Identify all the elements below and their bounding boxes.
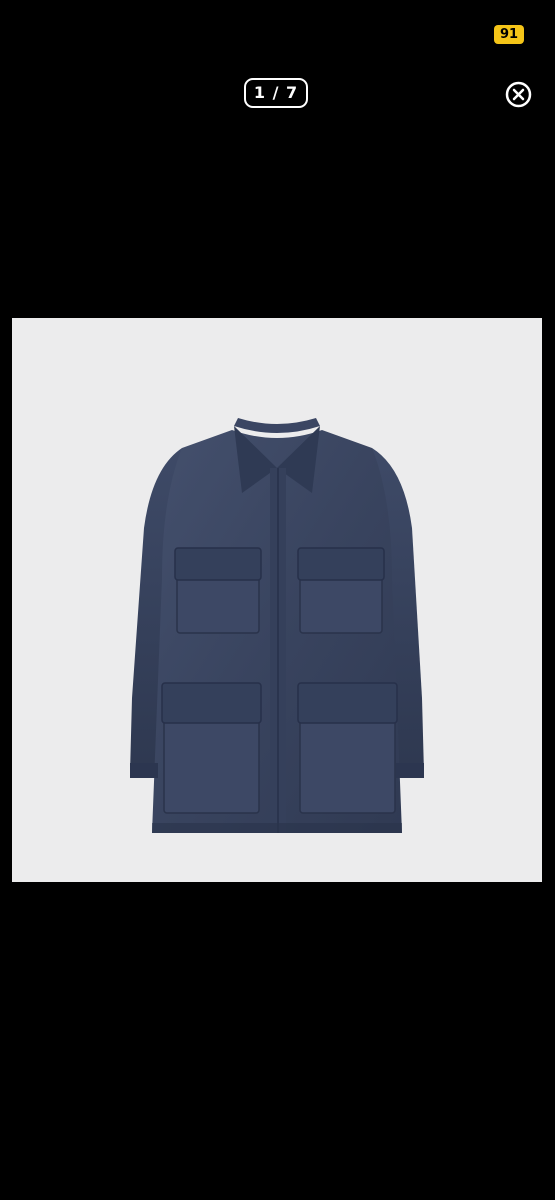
jacket-image: [130, 418, 424, 833]
close-button[interactable]: [505, 81, 532, 108]
status-badge: 91: [494, 25, 524, 44]
image-counter: 1 / 7: [244, 78, 308, 108]
close-circle-icon: [505, 81, 532, 108]
product-photo[interactable]: [12, 318, 542, 882]
